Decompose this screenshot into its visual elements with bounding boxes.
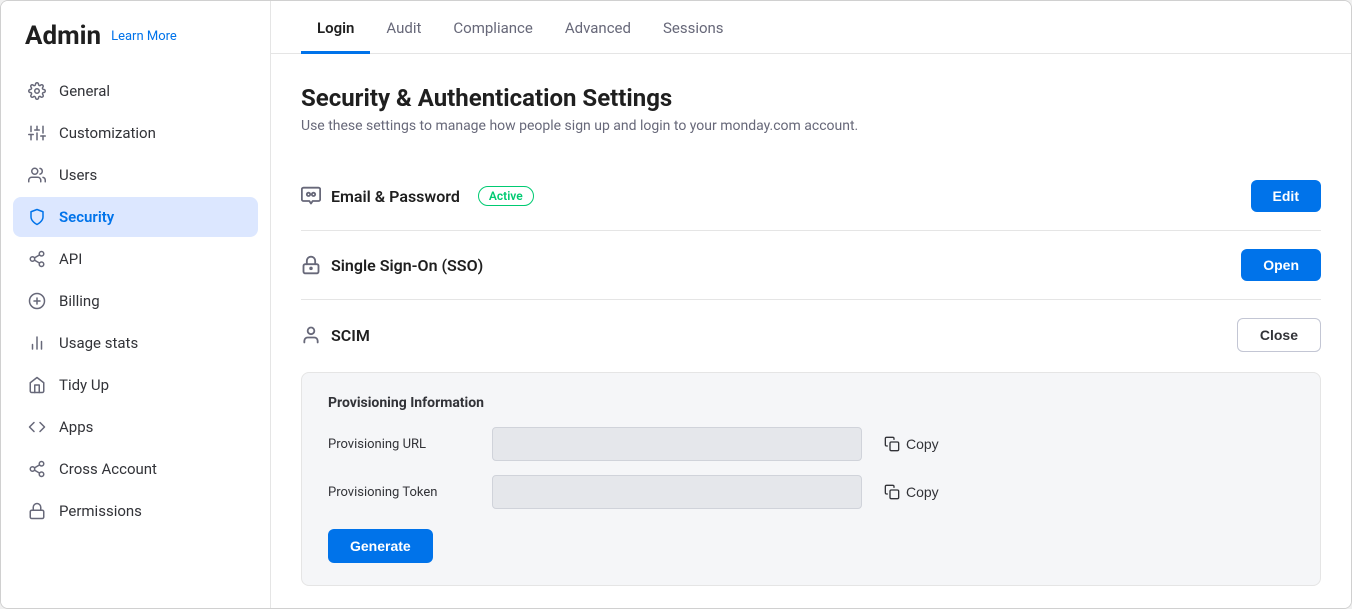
section-left: Email & Password Active (301, 186, 1251, 206)
provisioning-url-input[interactable] (492, 427, 862, 461)
content-area: Security & Authentication Settings Use t… (271, 54, 1351, 608)
email-password-section: Email & Password Active Edit (301, 162, 1321, 231)
lock-icon (27, 501, 47, 521)
sso-section: Single Sign-On (SSO) Open (301, 231, 1321, 300)
sidebar-item-security[interactable]: Security (13, 197, 258, 237)
bar-chart-icon (27, 333, 47, 353)
copy-token-button[interactable]: Copy (876, 480, 947, 504)
copy-icon (884, 484, 900, 500)
learn-more-link[interactable]: Learn More (111, 29, 177, 44)
section-left: SCIM (301, 325, 1237, 345)
shield-icon (27, 207, 47, 227)
generate-button[interactable]: Generate (328, 529, 433, 563)
api-icon (27, 249, 47, 269)
tab-advanced[interactable]: Advanced (549, 1, 647, 54)
sidebar-item-label: Users (59, 166, 97, 184)
sidebar-item-label: Tidy Up (59, 376, 109, 394)
sidebar-item-label: Usage stats (59, 334, 138, 352)
tab-sessions[interactable]: Sessions (647, 1, 740, 54)
section-left: Single Sign-On (SSO) (301, 255, 1241, 275)
sidebar-nav: General Customization Users (1, 71, 270, 531)
copy-url-button[interactable]: Copy (876, 432, 947, 456)
sidebar-item-label: Customization (59, 124, 156, 142)
scim-label: SCIM (331, 326, 370, 345)
sidebar-item-api[interactable]: API (13, 239, 258, 279)
sidebar-item-apps[interactable]: Apps (13, 407, 258, 447)
copy-token-label: Copy (906, 484, 939, 500)
page-title: Security & Authentication Settings (301, 84, 1321, 112)
sidebar-item-cross-account[interactable]: Cross Account (13, 449, 258, 489)
provisioning-url-label: Provisioning URL (328, 437, 478, 452)
sidebar-item-users[interactable]: Users (13, 155, 258, 195)
provisioning-url-row: Provisioning URL Copy (328, 427, 1294, 461)
scim-expanded-panel: Provisioning Information Provisioning UR… (301, 372, 1321, 586)
email-password-label: Email & Password (331, 187, 460, 206)
tab-compliance[interactable]: Compliance (437, 1, 548, 54)
copy-url-label: Copy (906, 436, 939, 452)
sidebar-item-permissions[interactable]: Permissions (13, 491, 258, 531)
sso-lock-icon (301, 255, 321, 275)
users-icon (27, 165, 47, 185)
tab-login[interactable]: Login (301, 1, 370, 54)
sidebar-item-label: Apps (59, 418, 93, 436)
sidebar-item-label: Billing (59, 292, 100, 310)
provisioning-token-input[interactable] (492, 475, 862, 509)
sidebar-item-label: General (59, 82, 110, 100)
app-window: Admin Learn More General Customization (0, 0, 1352, 609)
gear-icon (27, 81, 47, 101)
edit-button[interactable]: Edit (1251, 180, 1321, 212)
sidebar-header: Admin Learn More (1, 21, 270, 71)
scim-section: SCIM Close Provisioning Information Prov… (301, 300, 1321, 604)
scim-user-icon (301, 325, 321, 345)
tidy-icon (27, 375, 47, 395)
admin-title: Admin (25, 21, 101, 51)
copy-icon (884, 436, 900, 452)
scim-header: SCIM Close (301, 318, 1321, 364)
active-badge: Active (478, 186, 534, 206)
cross-account-icon (27, 459, 47, 479)
open-button[interactable]: Open (1241, 249, 1321, 281)
sidebar-item-label: Permissions (59, 502, 142, 520)
close-button[interactable]: Close (1237, 318, 1321, 352)
main-area: Login Audit Compliance Advanced Sessions… (271, 1, 1351, 608)
sliders-icon (27, 123, 47, 143)
page-subtitle: Use these settings to manage how people … (301, 118, 1321, 134)
provisioning-token-label: Provisioning Token (328, 485, 478, 500)
sidebar-item-general[interactable]: General (13, 71, 258, 111)
code-icon (27, 417, 47, 437)
dollar-icon (27, 291, 47, 311)
sidebar-item-label: API (59, 250, 82, 268)
email-icon (301, 186, 321, 206)
tab-audit[interactable]: Audit (370, 1, 437, 54)
sidebar-item-billing[interactable]: Billing (13, 281, 258, 321)
sidebar-item-customization[interactable]: Customization (13, 113, 258, 153)
sidebar-item-tidy-up[interactable]: Tidy Up (13, 365, 258, 405)
sidebar-item-usage-stats[interactable]: Usage stats (13, 323, 258, 363)
sidebar: Admin Learn More General Customization (1, 1, 271, 608)
scim-section-title: Provisioning Information (328, 395, 1294, 411)
sidebar-item-label: Cross Account (59, 460, 157, 478)
sidebar-item-label: Security (59, 208, 114, 226)
sso-label: Single Sign-On (SSO) (331, 256, 483, 275)
provisioning-token-row: Provisioning Token Copy (328, 475, 1294, 509)
tabs-bar: Login Audit Compliance Advanced Sessions (271, 1, 1351, 54)
